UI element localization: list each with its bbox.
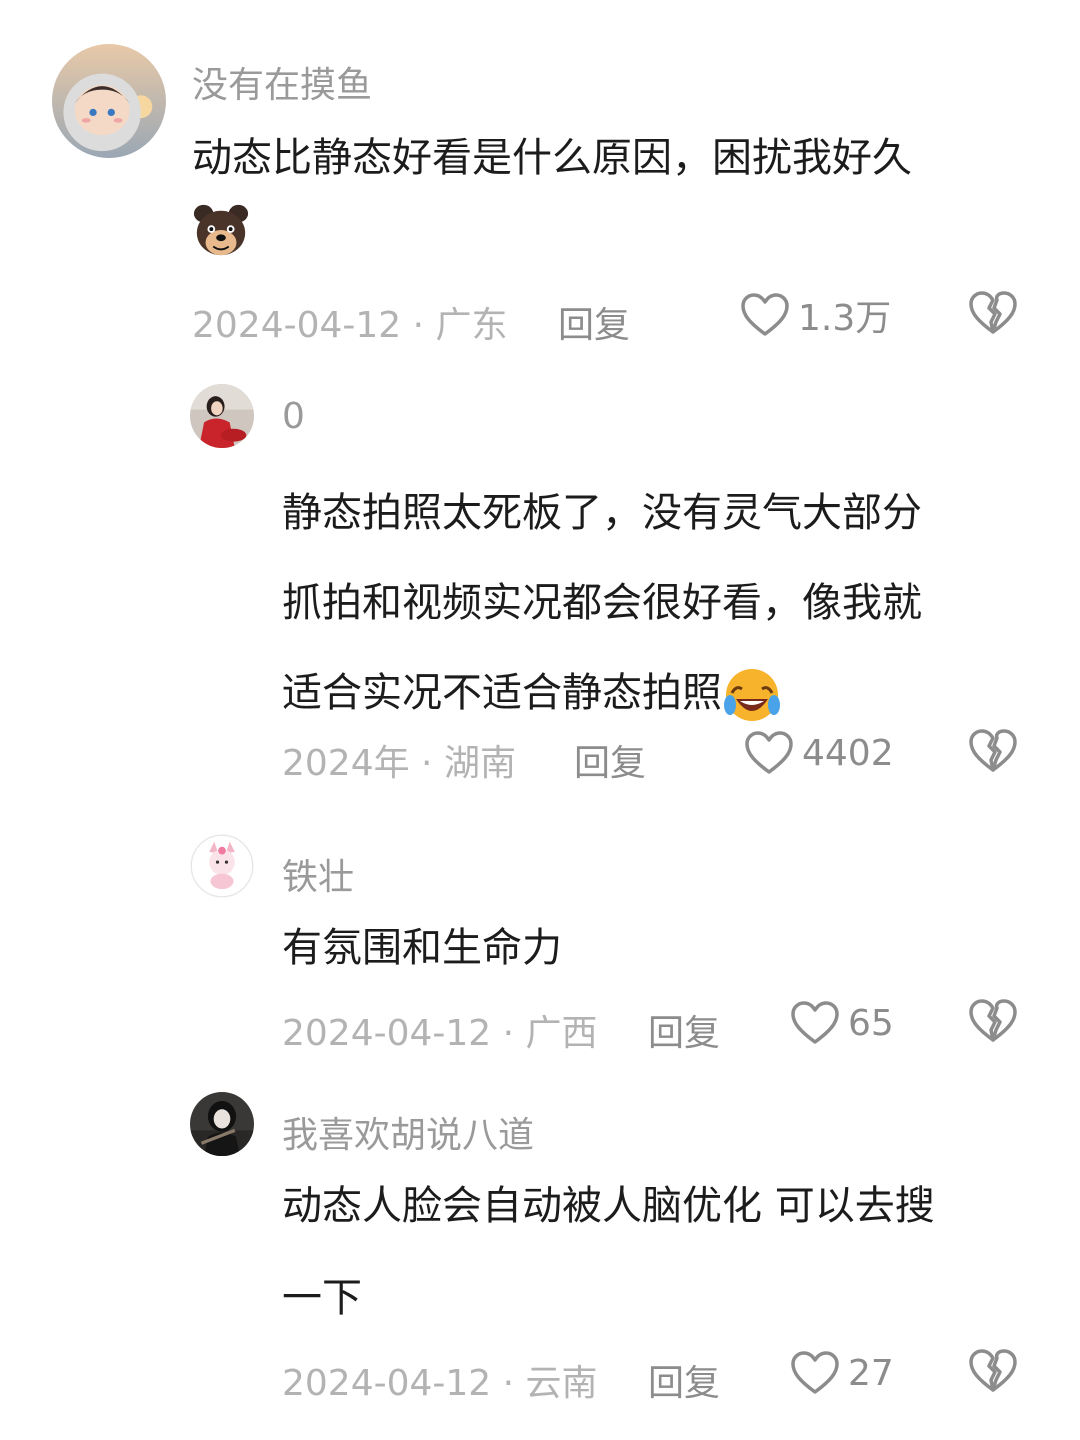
like-count: 4402 [802,732,894,774]
username[interactable]: 没有在摸鱼 [192,56,372,108]
dislike-button[interactable] [968,1348,1018,1394]
comment-text-body: 动态比静态好看是什么原因，困扰我好久 [192,135,912,181]
dislike-button[interactable] [968,290,1018,336]
like-count: 1.3万 [798,298,892,339]
avatar-image [190,1092,254,1156]
comment-text-line-last: 适合实况不适合静态拍照 [282,648,1042,738]
avatar-image [190,384,254,448]
comment-text: 静态拍照太死板了，没有灵气大部分 抓拍和视频实况都会很好看，像我就 适合实况不适… [282,468,1042,738]
heart-icon [791,1351,839,1394]
comment-text-line: 静态拍照太死板了，没有灵气大部分 [282,490,922,536]
emoji-line [192,202,250,260]
username[interactable]: 我喜欢胡说八道 [282,1106,534,1158]
comment-text: 有氛围和生命力 [282,920,1042,976]
comment-text-line: 抓拍和视频实况都会很好看，像我就 [282,580,922,626]
broken-heart-icon [969,729,1017,772]
dog-face-emoji [192,202,250,260]
like-button[interactable]: 1.3万 [740,290,891,340]
comment-text-body: 有氛围和生命力 [282,925,562,971]
broken-heart-icon [969,291,1017,334]
like-button[interactable]: 4402 [744,728,894,778]
comment-meta: 2024-04-12 · 广西 [282,1013,598,1054]
reply-button[interactable]: 回复 [558,296,630,348]
reply-button[interactable]: 回复 [648,1354,720,1406]
broken-heart-icon [969,1349,1017,1392]
dislike-button[interactable] [968,728,1018,774]
avatar-image [190,834,254,898]
username[interactable]: 0 [282,396,305,437]
comment-text-line: 动态人脸会自动被人脑优化 可以去搜 [282,1183,935,1229]
like-count: 27 [848,1352,894,1394]
comment-text-line: 适合实况不适合静态拍照 [282,670,722,716]
comment-meta: 2024-04-12 · 广东 [192,305,508,346]
like-button[interactable]: 65 [790,998,894,1048]
avatar[interactable] [190,384,254,448]
comment-text-line: 一下 [282,1275,362,1321]
comment-meta: 2024年 · 湖南 [282,743,516,784]
username[interactable]: 铁壮 [282,848,354,900]
avatar-image [52,44,166,158]
like-button[interactable]: 27 [790,1348,894,1398]
avatar[interactable] [190,1092,254,1156]
reply-button[interactable]: 回复 [574,734,646,786]
comment-meta: 2024-04-12 · 云南 [282,1363,598,1404]
crying-laughing-emoji [722,665,782,725]
heart-icon [791,1001,839,1044]
like-count: 65 [848,1002,894,1044]
broken-heart-icon [969,999,1017,1042]
heart-icon [741,293,789,336]
dislike-button[interactable] [968,998,1018,1044]
comment-text: 动态比静态好看是什么原因，困扰我好久 [192,130,1032,186]
avatar[interactable] [190,834,254,898]
comment-text: 动态人脸会自动被人脑优化 可以去搜 一下 [282,1160,1042,1344]
heart-icon [745,731,793,774]
reply-button[interactable]: 回复 [648,1004,720,1056]
avatar[interactable] [52,44,166,158]
